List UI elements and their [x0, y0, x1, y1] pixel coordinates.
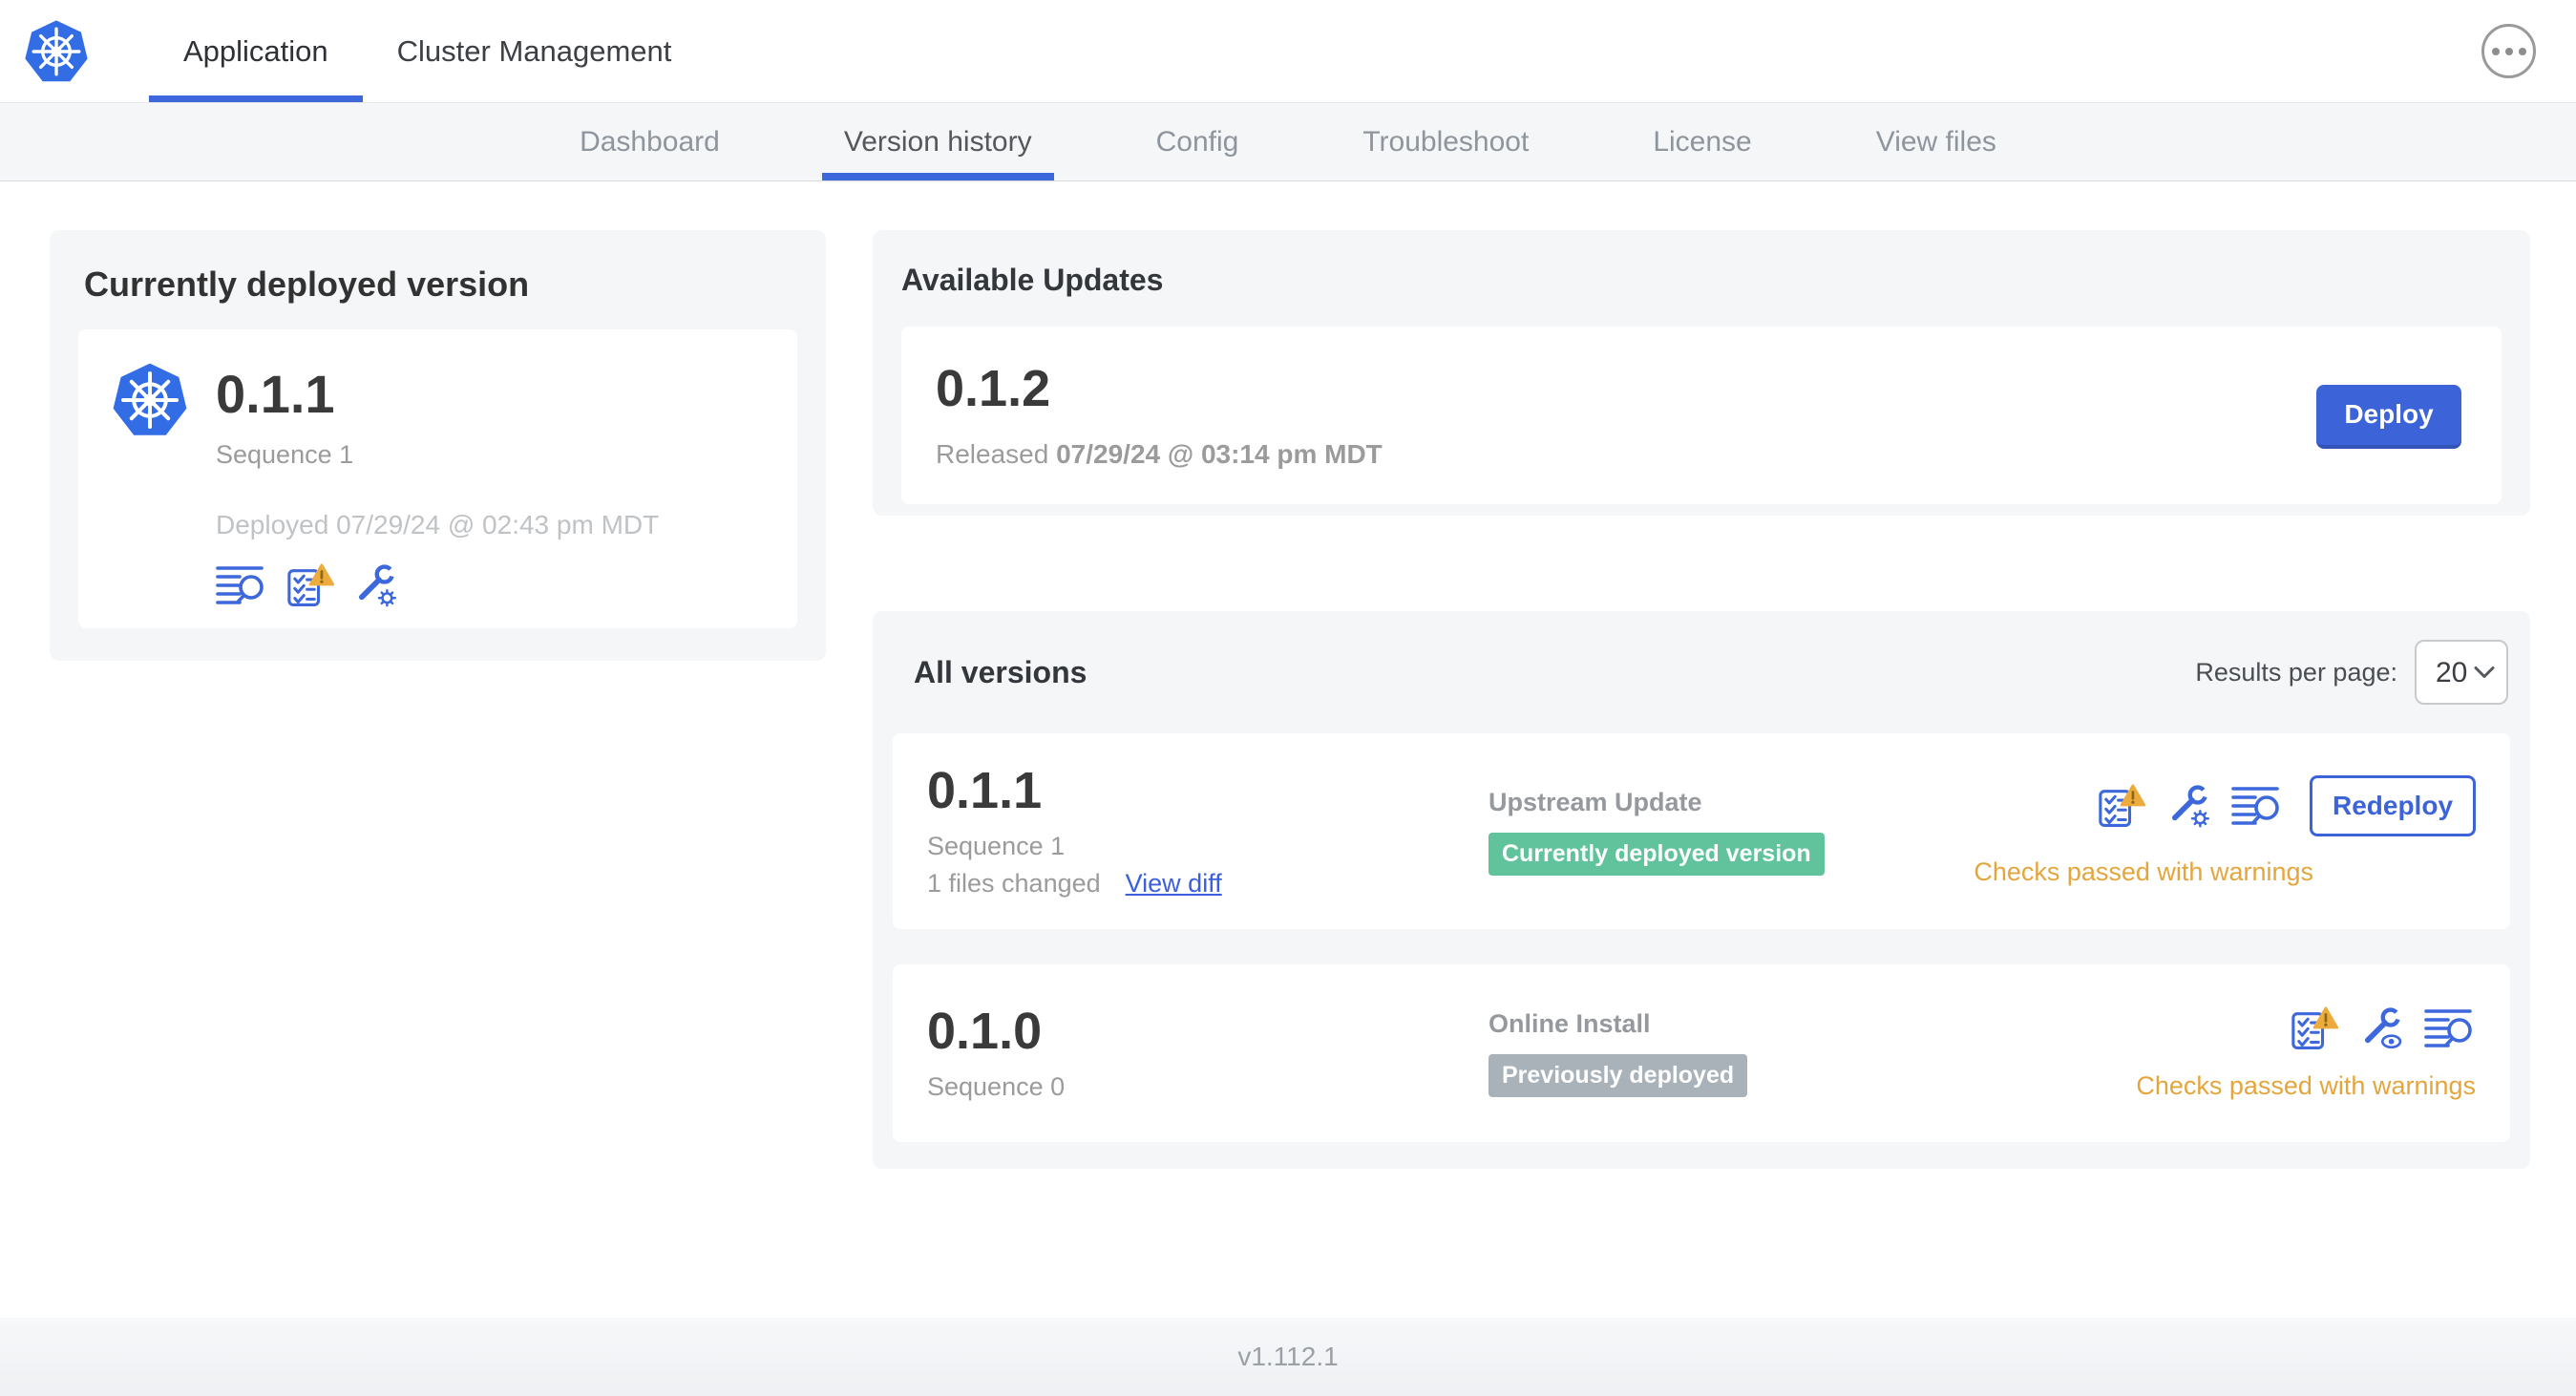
- deploy-button[interactable]: Deploy: [2316, 384, 2461, 449]
- source-cell: Online Install Previously deployed: [1489, 1009, 2136, 1097]
- version-history-column: Available Updates 0.1.2 Released 07/29/2…: [873, 230, 2530, 1169]
- results-per-page-select[interactable]: 20: [2415, 640, 2508, 705]
- version-number: 0.1.0: [927, 1002, 1043, 1060]
- top-header: Application Cluster Management: [0, 0, 2576, 103]
- version-actions: [2291, 1006, 2476, 1050]
- main-content: Currently deployed version 0.1.1 Sequenc…: [0, 181, 2576, 1318]
- all-versions-header: All versions Results per page: 20: [914, 640, 2508, 705]
- kubernetes-app-icon: [111, 362, 189, 438]
- available-update-info: 0.1.2 Released 07/29/24 @ 03:14 pm MDT: [936, 363, 1383, 470]
- available-updates-panel: Available Updates 0.1.2 Released 07/29/2…: [873, 230, 2530, 516]
- current-version-panel: Currently deployed version 0.1.1 Sequenc…: [50, 230, 826, 661]
- version-sequence: Sequence 0: [927, 1071, 1066, 1101]
- preflight-checks-warning-icon[interactable]: [286, 563, 334, 607]
- ellipsis-menu-button[interactable]: [2481, 24, 2536, 78]
- version-actions: Redeploy: [2098, 775, 2476, 836]
- ellipsis-icon: [2491, 47, 2500, 55]
- preflight-checks-warning-icon[interactable]: [2098, 784, 2145, 828]
- files-changed-count: 1 files changed: [927, 868, 1101, 898]
- actions-cell: Checks passed with warnings: [2136, 1006, 2476, 1101]
- update-released-timestamp: Released 07/29/24 @ 03:14 pm MDT: [936, 439, 1383, 470]
- current-version-info: 0.1.1 Sequence 1 Deployed 07/29/24 @ 02:…: [216, 362, 659, 607]
- edit-config-icon[interactable]: [353, 563, 397, 607]
- tab-license[interactable]: License: [1621, 103, 1783, 180]
- edit-config-icon[interactable]: [2166, 784, 2210, 828]
- view-config-icon[interactable]: [2359, 1006, 2403, 1050]
- redeploy-button[interactable]: Redeploy: [2310, 775, 2476, 836]
- current-version-sequence: Sequence 1: [216, 440, 354, 469]
- tab-cluster-management[interactable]: Cluster Management: [363, 0, 707, 102]
- deployed-status-badge: Currently deployed version: [1489, 832, 1825, 876]
- version-cell: 0.1.1 Sequence 1 1 files changed View di…: [927, 765, 1489, 899]
- version-sequence: Sequence 1: [927, 831, 1066, 860]
- files-changed-line: 1 files changed View diff: [927, 869, 1489, 899]
- deployed-status-badge: Previously deployed: [1489, 1054, 1748, 1097]
- preflight-checks-warning-icon[interactable]: [2291, 1006, 2338, 1050]
- kubernetes-logo-icon: [23, 19, 90, 84]
- current-version-number: 0.1.1: [216, 364, 335, 424]
- tab-dashboard[interactable]: Dashboard: [548, 103, 751, 180]
- ellipsis-icon: [2518, 47, 2526, 55]
- current-version-title: Currently deployed version: [84, 264, 530, 304]
- view-diff-link[interactable]: View diff: [1126, 869, 1222, 899]
- kots-admin-console: Application Cluster Management Dashboard…: [0, 0, 2576, 1396]
- tab-config[interactable]: Config: [1125, 103, 1271, 180]
- results-per-page: Results per page: 20: [2195, 640, 2508, 705]
- version-row-0-1-1: 0.1.1 Sequence 1 1 files changed View di…: [893, 733, 2510, 929]
- released-date: 07/29/24 @ 03:14 pm MDT: [1056, 439, 1383, 469]
- console-version: v1.112.1: [1237, 1342, 1339, 1371]
- tab-troubleshoot[interactable]: Troubleshoot: [1331, 103, 1560, 180]
- results-per-page-label: Results per page:: [2195, 657, 2397, 687]
- available-update-card: 0.1.2 Released 07/29/24 @ 03:14 pm MDT D…: [901, 327, 2502, 504]
- preflight-status-text: Checks passed with warnings: [1974, 857, 2313, 886]
- available-updates-title: Available Updates: [901, 263, 1164, 297]
- current-version-actions: [216, 563, 659, 607]
- page-footer: v1.112.1: [0, 1318, 2576, 1396]
- released-prefix: Released: [936, 439, 1049, 469]
- preflight-status-text: Checks passed with warnings: [2136, 1070, 2476, 1100]
- ellipsis-icon: [2504, 47, 2513, 55]
- release-notes-icon[interactable]: [2231, 784, 2283, 828]
- version-source: Online Install: [1489, 1009, 1651, 1038]
- all-versions-title: All versions: [914, 654, 1087, 689]
- actions-cell: Redeploy Checks passed with warnings: [1974, 775, 2476, 887]
- source-cell: Upstream Update Currently deployed versi…: [1489, 788, 1974, 876]
- tab-application[interactable]: Application: [149, 0, 363, 102]
- tab-view-files[interactable]: View files: [1845, 103, 2028, 180]
- tab-version-history[interactable]: Version history: [813, 103, 1064, 180]
- current-version-deployed-timestamp: Deployed 07/29/24 @ 02:43 pm MDT: [216, 510, 660, 539]
- current-version-card: 0.1.1 Sequence 1 Deployed 07/29/24 @ 02:…: [78, 329, 797, 628]
- version-source: Upstream Update: [1489, 787, 1702, 816]
- app-subnav: Dashboard Version history Config Trouble…: [0, 103, 2576, 181]
- release-notes-icon[interactable]: [2424, 1006, 2476, 1050]
- update-version-number: 0.1.2: [936, 360, 1051, 417]
- results-per-page-select-wrap: 20: [2415, 640, 2508, 705]
- top-nav: Application Cluster Management: [149, 0, 706, 102]
- current-version-column: Currently deployed version 0.1.1 Sequenc…: [50, 230, 826, 661]
- version-number: 0.1.1: [927, 761, 1043, 819]
- all-versions-panel: All versions Results per page: 20 0.1.1 …: [873, 611, 2530, 1169]
- version-row-0-1-0: 0.1.0 Sequence 0 Online Install Previous…: [893, 964, 2510, 1142]
- release-notes-icon[interactable]: [216, 563, 267, 607]
- version-cell: 0.1.0 Sequence 0: [927, 1005, 1489, 1102]
